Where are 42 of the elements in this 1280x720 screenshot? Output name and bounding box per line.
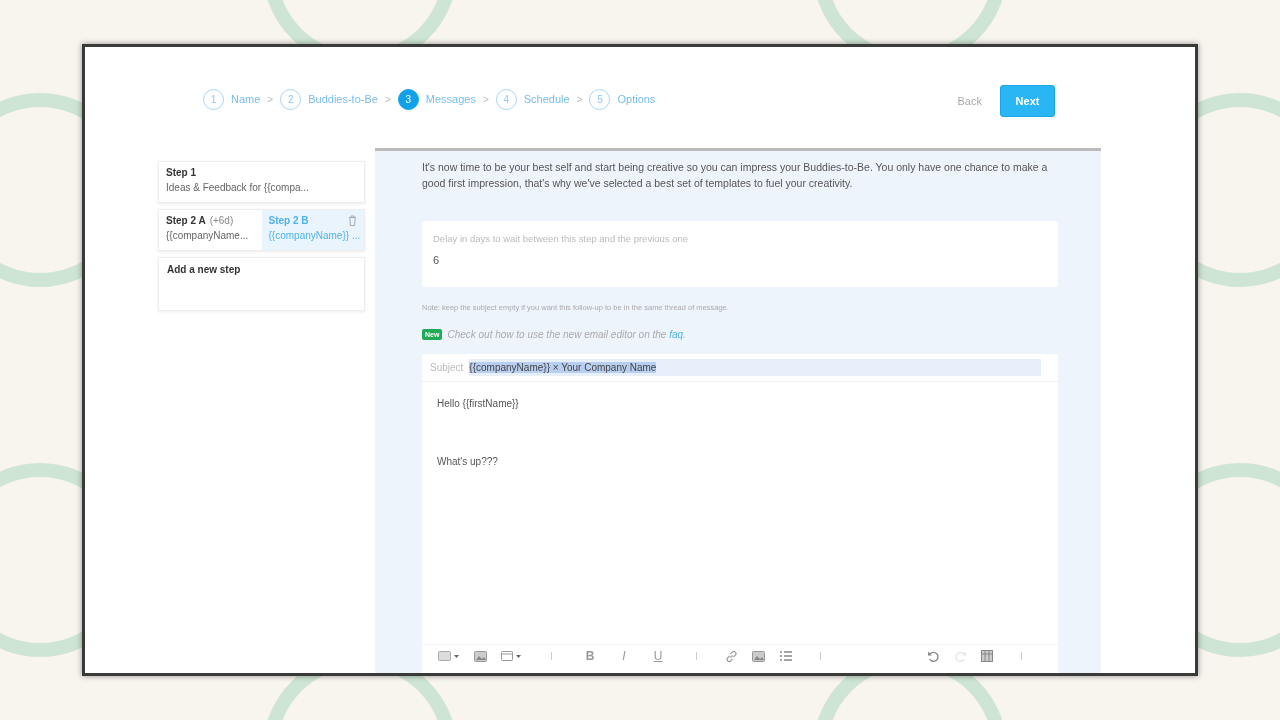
- list-icon[interactable]: [779, 650, 792, 662]
- step-subject: Ideas & Feedback for {{compa...: [166, 182, 310, 193]
- intro-text: It's now time to be your best self and start being creative so you can impress your Buddies-to-Be. You only have one chance to make a good first impression, that's why we've selected a best set of templates to fuel your creativity.: [422, 160, 1049, 191]
- step-label[interactable]: Options: [617, 93, 656, 105]
- chevron-separator: >: [576, 93, 583, 105]
- step-title: Step 2 A: [166, 215, 206, 226]
- body-text-line: Hello {{firstName}}: [437, 398, 520, 409]
- subject-value: {{companyName}} × Your Company Name: [469, 362, 657, 373]
- tip-text: Check out how to use the new email editor on the faq.: [447, 329, 686, 340]
- next-button[interactable]: Next: [1000, 85, 1055, 117]
- image-icon[interactable]: [752, 650, 765, 662]
- body-text-line: What's up???: [437, 456, 499, 467]
- step-label[interactable]: Name: [231, 93, 261, 105]
- window-icon[interactable]: [501, 650, 523, 662]
- step-variant[interactable]: Step 2 B {{companyName}} ...: [261, 210, 364, 250]
- chevron-separator: >: [482, 93, 489, 105]
- link-icon[interactable]: [725, 649, 738, 663]
- step-number[interactable]: 3: [397, 88, 419, 110]
- step-title: Step 2 B: [268, 215, 309, 226]
- add-step-label: Add a new step: [167, 264, 241, 277]
- subject-field[interactable]: {{companyName}} × Your Company Name: [469, 359, 1041, 376]
- step-subject: {{companyName...: [166, 230, 250, 241]
- back-button[interactable]: Back: [957, 95, 982, 107]
- delay-value: 6: [433, 254, 441, 266]
- step-variant[interactable]: Step 2 A (+6d) {{companyName...: [159, 210, 262, 250]
- undo-icon[interactable]: [927, 649, 940, 663]
- step-label[interactable]: Buddies-to-Be: [308, 93, 378, 105]
- format-button[interactable]: B: [580, 649, 600, 663]
- chevron-separator: >: [267, 93, 274, 105]
- format-button[interactable]: U: [648, 649, 668, 663]
- image-icon[interactable]: [474, 650, 487, 662]
- step-title: Step 1: [166, 167, 196, 178]
- trash-icon[interactable]: [348, 215, 357, 226]
- chevron-separator: >: [384, 93, 391, 105]
- subject-label: Subject: [430, 362, 464, 373]
- add-step-card[interactable]: Add a new step: [158, 257, 365, 311]
- format-button[interactable]: I: [614, 649, 634, 663]
- step-variant[interactable]: Step 1 Ideas & Feedback for {{compa...: [159, 162, 364, 202]
- step-delay: (+6d): [209, 215, 234, 226]
- step-label[interactable]: Schedule: [523, 93, 570, 105]
- step-label[interactable]: Messages: [425, 93, 476, 105]
- table-icon[interactable]: [981, 650, 993, 662]
